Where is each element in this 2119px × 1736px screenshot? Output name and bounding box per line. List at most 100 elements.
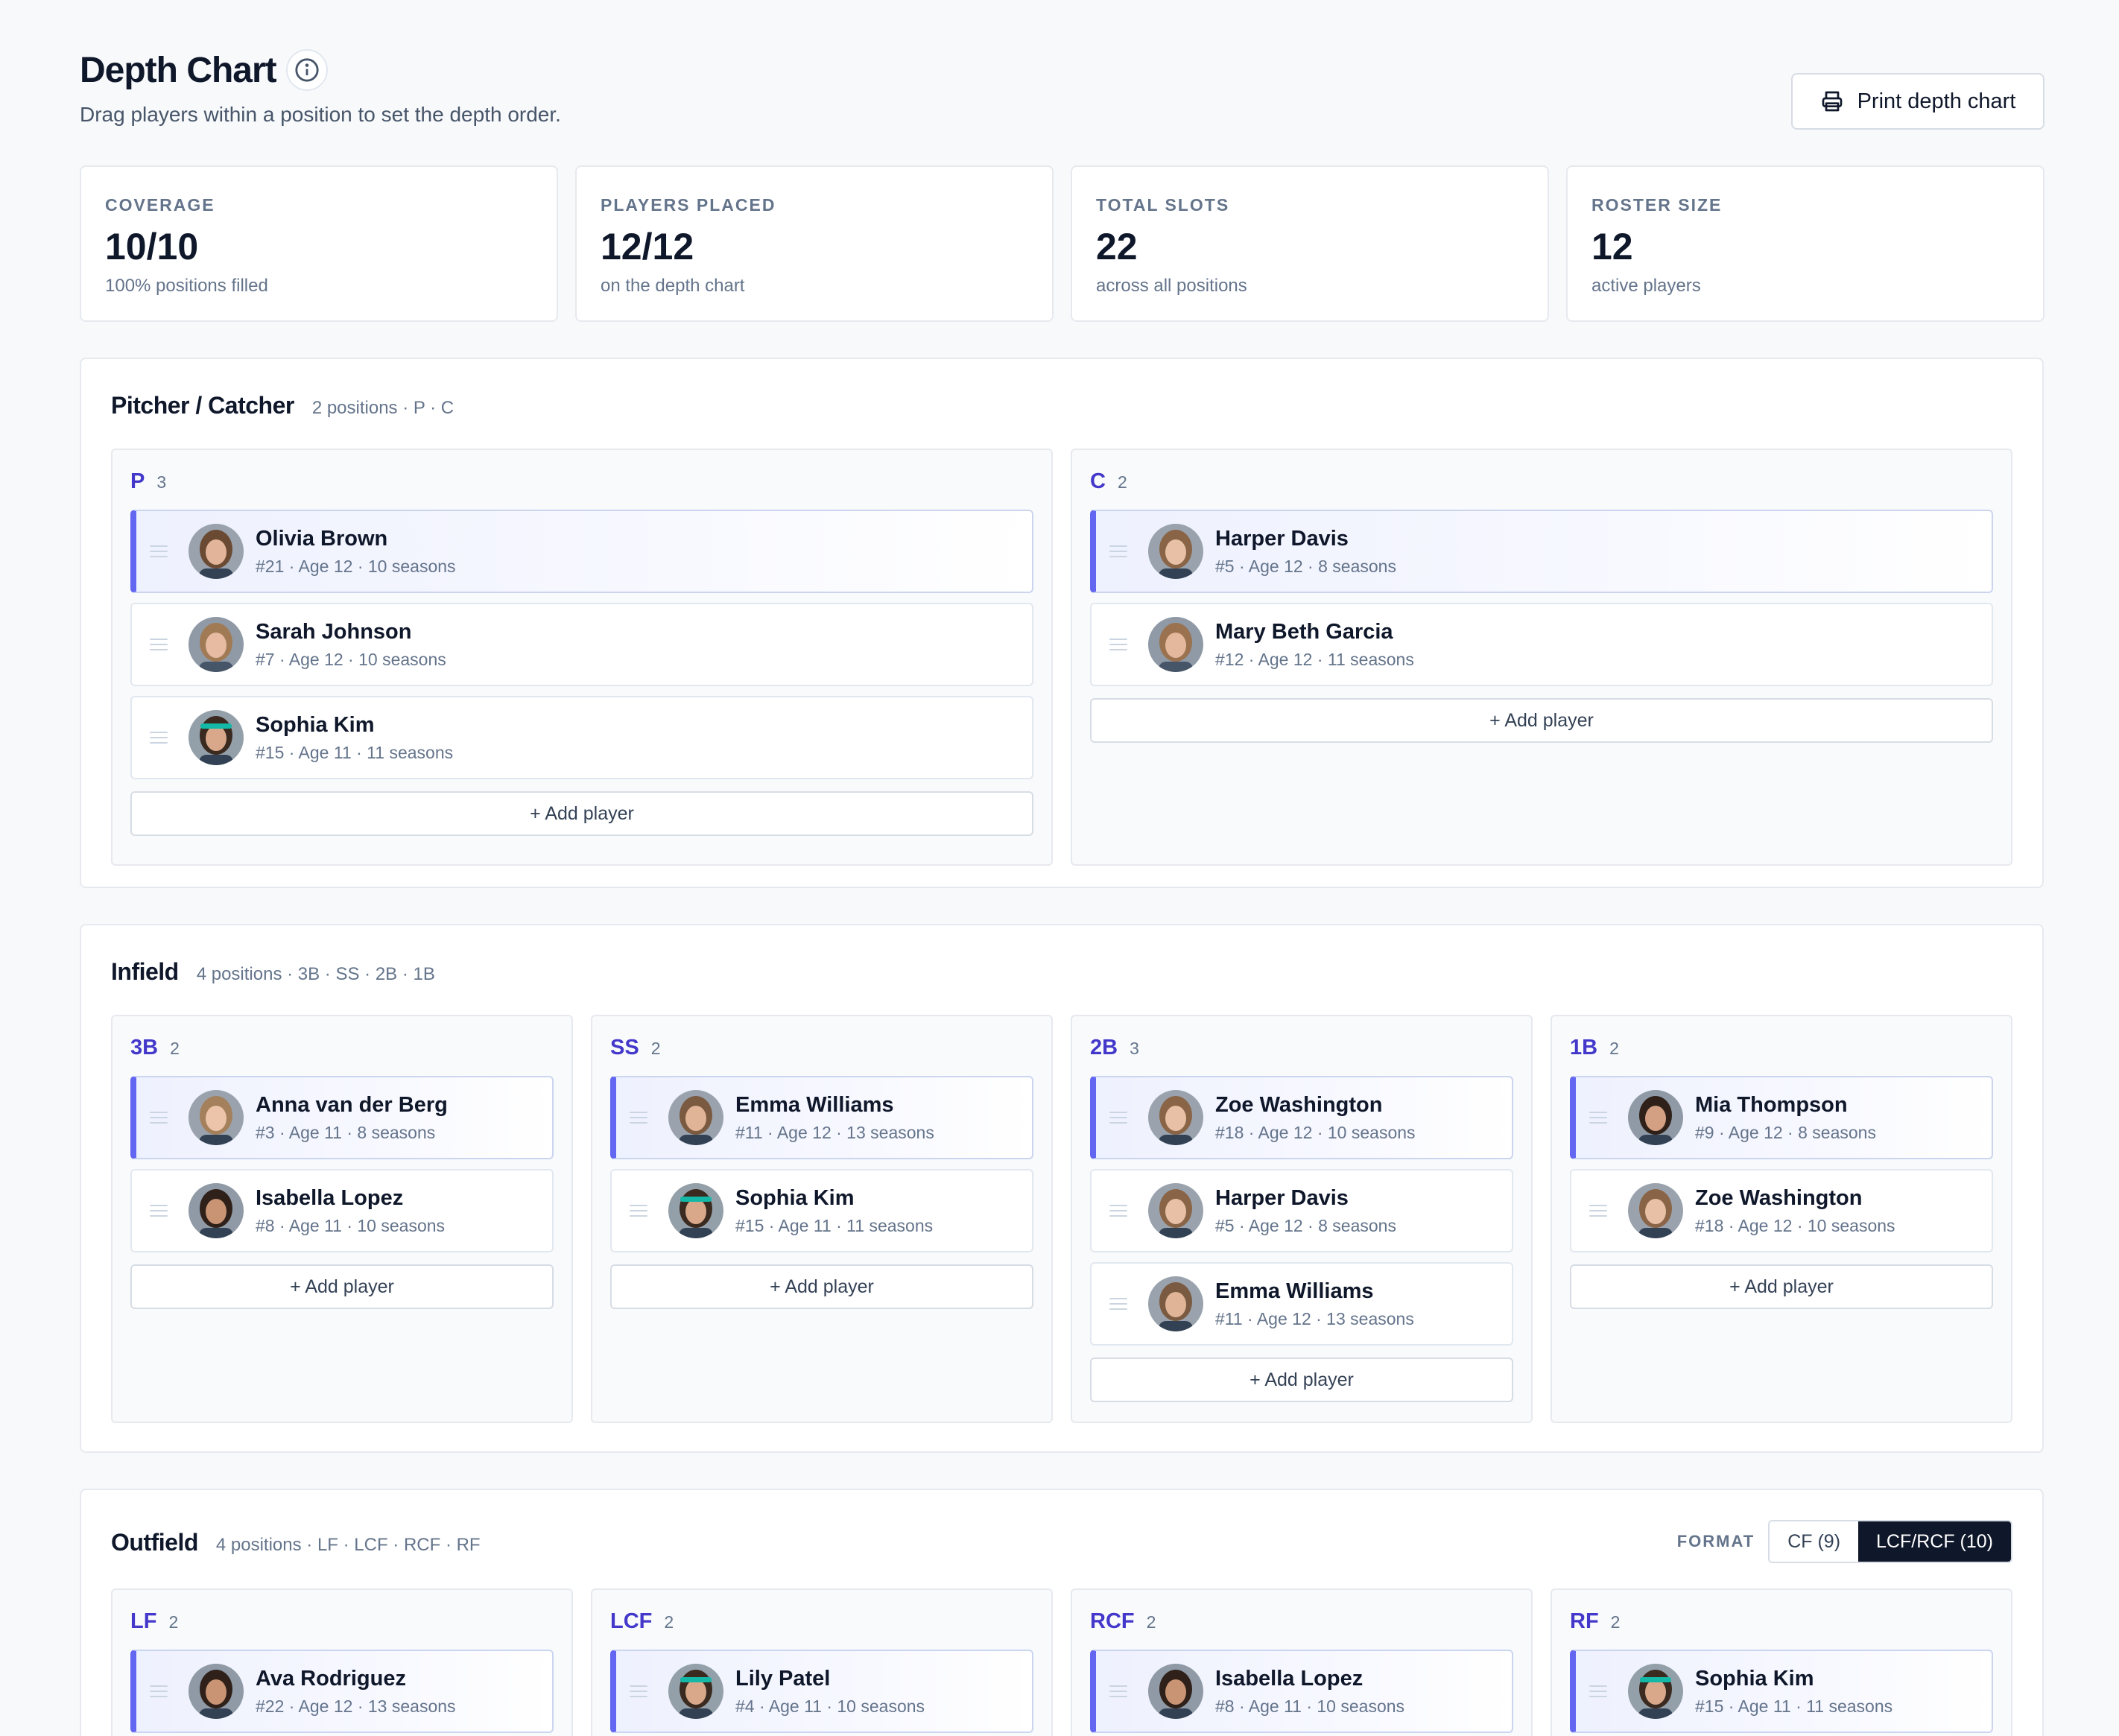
player-name: Emma Williams (735, 1093, 894, 1117)
drag-handle-icon[interactable] (630, 1685, 647, 1697)
format-label: FORMAT (1676, 1532, 1755, 1550)
player-card[interactable]: Harper Davis #5 · Age 12 · 8 seasons (1090, 1169, 1513, 1252)
position-count: 2 (1609, 1039, 1619, 1058)
player-card[interactable]: Mary Beth Garcia #12 · Age 12 · 11 season… (1090, 603, 1993, 686)
avatar (668, 1664, 723, 1719)
stat-sub: 100% positions filled (105, 276, 268, 296)
avatar (1148, 524, 1203, 579)
info-icon[interactable] (286, 49, 328, 91)
drag-handle-icon[interactable] (630, 1112, 647, 1124)
group-title: Infield (111, 958, 179, 985)
format-option-cf[interactable]: CF (9) (1770, 1521, 1859, 1562)
position-column-2b: 2B 3 Zoe Washington #18 · Age 12 · 10 sea… (1071, 1015, 1533, 1423)
drag-handle-icon[interactable] (150, 1112, 168, 1124)
player-meta: #15 · Age 11 · 11 seasons (1695, 1697, 1893, 1716)
player-card[interactable]: Sophia Kim #15 · Age 11 · 11 seasons (130, 696, 1033, 779)
add-player-button[interactable]: + Add player (130, 1264, 554, 1309)
position-code: RCF (1090, 1609, 1135, 1633)
drag-handle-icon[interactable] (1109, 545, 1127, 557)
drag-handle-icon[interactable] (1109, 1205, 1127, 1217)
avatar (1628, 1183, 1683, 1238)
avatar (189, 524, 244, 579)
avatar (189, 617, 244, 672)
group-title: Pitcher / Catcher (111, 392, 294, 419)
player-card[interactable]: Isabella Lopez #8 · Age 11 · 10 seasons (130, 1169, 554, 1252)
player-card[interactable]: Zoe Washington #18 · Age 12 · 10 seasons (1570, 1169, 1993, 1252)
player-card[interactable]: Sarah Johnson #7 · Age 12 · 10 seasons (130, 603, 1033, 686)
stat-sub: active players (1591, 276, 1701, 296)
format-option-lcf-rcf[interactable]: LCF/RCF (10) (1858, 1521, 2011, 1562)
print-depth-chart-button[interactable]: Print depth chart (1791, 73, 2044, 130)
player-meta: #5 · Age 12 · 8 seasons (1215, 557, 1396, 576)
avatar (1628, 1664, 1683, 1719)
stat-label: COVERAGE (105, 195, 215, 215)
position-column-lf: LF 2 Ava Rodriguez #22 · Age 12 · 13 seas… (111, 1588, 573, 1736)
group-meta: 4 positions · LF · LCF · RCF · RF (215, 1535, 481, 1555)
drag-handle-icon[interactable] (1109, 1685, 1127, 1697)
stat-value: 22 (1096, 226, 1138, 267)
drag-handle-icon[interactable] (150, 732, 168, 744)
drag-handle-icon[interactable] (150, 545, 168, 557)
printer-icon (1820, 89, 1844, 113)
drag-handle-icon[interactable] (1109, 1112, 1127, 1124)
player-meta: #22 · Age 12 · 13 seasons (256, 1697, 456, 1716)
position-count: 2 (1117, 472, 1127, 492)
player-card[interactable]: Lily Patel #4 · Age 11 · 10 seasons (610, 1650, 1033, 1733)
position-count: 2 (1146, 1612, 1156, 1632)
group-meta: 4 positions · 3B · SS · 2B · 1B (196, 964, 435, 984)
player-name: Isabella Lopez (1215, 1667, 1363, 1691)
add-player-button[interactable]: + Add player (130, 791, 1033, 836)
group-pitcher-catcher: Pitcher / Catcher 2 positions · P · C P … (80, 358, 2044, 888)
player-card[interactable]: Anna van der Berg #3 · Age 11 · 8 seasons (130, 1076, 554, 1159)
player-name: Zoe Washington (1215, 1093, 1383, 1117)
player-card[interactable]: Emma Williams #11 · Age 12 · 13 seasons (1090, 1262, 1513, 1346)
add-player-button[interactable]: + Add player (1090, 698, 1993, 743)
add-player-button[interactable]: + Add player (1090, 1358, 1513, 1402)
player-name: Ava Rodriguez (256, 1667, 406, 1691)
drag-handle-icon[interactable] (1589, 1112, 1607, 1124)
group-meta: 2 positions · P · C (311, 398, 454, 418)
add-player-button[interactable]: + Add player (1570, 1264, 1993, 1309)
player-meta: #11 · Age 12 · 13 seasons (735, 1123, 934, 1142)
position-code: C (1090, 469, 1106, 493)
player-card[interactable]: Ava Rodriguez #22 · Age 12 · 13 seasons (130, 1650, 554, 1733)
drag-handle-icon[interactable] (150, 1205, 168, 1217)
player-card[interactable]: Zoe Washington #18 · Age 12 · 10 seasons (1090, 1076, 1513, 1159)
drag-handle-icon[interactable] (150, 639, 168, 650)
avatar (189, 710, 244, 765)
position-column-3b: 3B 2 Anna van der Berg #3 · Age 11 · 8 se… (111, 1015, 573, 1423)
position-code: SS (610, 1036, 639, 1059)
position-count: 2 (168, 1612, 179, 1632)
drag-handle-icon[interactable] (1589, 1685, 1607, 1697)
player-meta: #21 · Age 12 · 10 seasons (256, 557, 456, 576)
page-title: Depth Chart (80, 51, 277, 90)
avatar (1148, 1664, 1203, 1719)
player-name: Mia Thompson (1695, 1093, 1848, 1117)
position-column-rcf: RCF 2 Isabella Lopez #8 · Age 11 · 10 sea… (1071, 1588, 1533, 1736)
stat-label: PLAYERS PLACED (601, 195, 776, 215)
player-card[interactable]: Olivia Brown #21 · Age 12 · 10 seasons (130, 510, 1033, 593)
player-meta: #15 · Age 11 · 11 seasons (256, 743, 454, 762)
drag-handle-icon[interactable] (1109, 1298, 1127, 1310)
player-name: Zoe Washington (1695, 1186, 1863, 1210)
position-count: 3 (156, 472, 167, 492)
player-card[interactable]: Harper Davis #5 · Age 12 · 8 seasons (1090, 510, 1993, 593)
position-column-1b: 1B 2 Mia Thompson #9 · Age 12 · 8 seasons… (1551, 1015, 2012, 1423)
player-card[interactable]: Sophia Kim #15 · Age 11 · 11 seasons (1570, 1650, 1993, 1733)
player-meta: #9 · Age 12 · 8 seasons (1695, 1123, 1876, 1142)
player-card[interactable]: Sophia Kim #15 · Age 11 · 11 seasons (610, 1169, 1033, 1252)
drag-handle-icon[interactable] (1109, 639, 1127, 650)
avatar (668, 1183, 723, 1238)
player-card[interactable]: Isabella Lopez #8 · Age 11 · 10 seasons (1090, 1650, 1513, 1733)
player-name: Sophia Kim (735, 1186, 855, 1210)
drag-handle-icon[interactable] (150, 1685, 168, 1697)
drag-handle-icon[interactable] (1589, 1205, 1607, 1217)
add-player-button[interactable]: + Add player (610, 1264, 1033, 1309)
position-column-p: P 3 Olivia Brown #21 · Age 12 · 10 season… (111, 449, 1053, 866)
player-meta: #5 · Age 12 · 8 seasons (1215, 1216, 1396, 1235)
player-card[interactable]: Emma Williams #11 · Age 12 · 13 seasons (610, 1076, 1033, 1159)
drag-handle-icon[interactable] (630, 1205, 647, 1217)
player-name: Olivia Brown (256, 527, 388, 551)
player-card[interactable]: Mia Thompson #9 · Age 12 · 8 seasons (1570, 1076, 1993, 1159)
player-name: Lily Patel (735, 1667, 831, 1691)
